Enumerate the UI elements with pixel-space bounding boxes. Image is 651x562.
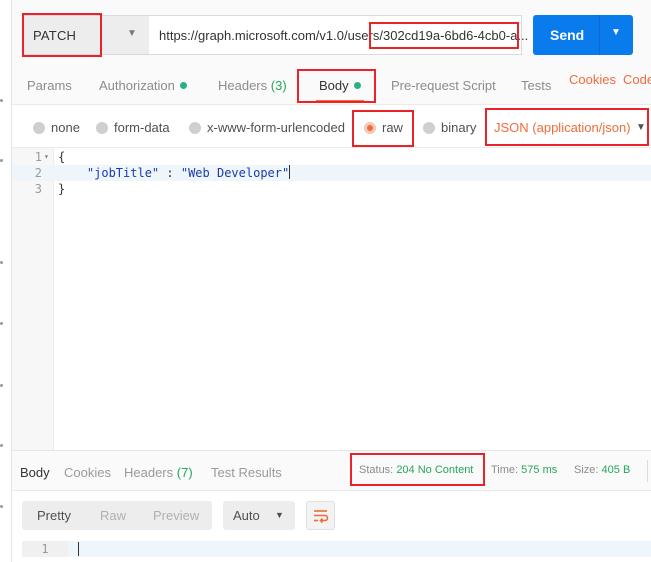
request-body-editor[interactable]: 1 ▾ { 2 "jobTitle" : "Web Developer" 3 } [12, 148, 651, 450]
tab-authorization[interactable]: Authorization [99, 78, 187, 93]
size-value: 405 B [601, 464, 631, 476]
method-select[interactable]: PATCH ▼ [22, 15, 150, 55]
response-status: Status: 204 No Content [359, 464, 473, 476]
tab-body-label: Body [319, 78, 349, 93]
sidebar-dot-icon [0, 322, 3, 325]
code-text: "jobTitle" : "Web Developer" [58, 165, 291, 181]
json-separator: : [159, 166, 181, 180]
view-mode-toggle: Pretty Raw Preview [22, 501, 212, 530]
content-type-select[interactable]: JSON (application/json) [494, 120, 631, 135]
time-label: Time: [491, 464, 519, 476]
sidebar-dot-icon [0, 99, 3, 102]
response-view-bar: Pretty Raw Preview Auto ▼ [12, 491, 651, 538]
url-user-id: 302cd19a-6bd6-4cb0-a... [382, 28, 529, 43]
radio-circle-icon [96, 122, 108, 134]
json-key: "jobTitle" [86, 166, 160, 180]
status-value: 204 No Content [396, 464, 474, 476]
response-time: Time: 575 ms [491, 464, 557, 476]
method-label: PATCH [33, 28, 77, 43]
divider [647, 460, 648, 482]
url-base: https://graph.microsoft.com/v1.0/users/ [159, 28, 383, 43]
radio-none[interactable]: none [33, 120, 80, 135]
response-size: Size: 405 B [574, 464, 630, 476]
tab-headers-count: (3) [270, 78, 287, 93]
body-type-row: none form-data x-www-form-urlencoded raw… [12, 106, 651, 148]
status-label: Status: [359, 464, 394, 476]
radio-none-label: none [51, 120, 80, 135]
json-value: "Web Developer" [180, 166, 290, 180]
size-label: Size: [574, 464, 599, 476]
tab-tests[interactable]: Tests [521, 78, 551, 93]
response-tab-headers[interactable]: Headers (7) [124, 465, 193, 480]
format-label: Auto [233, 508, 260, 523]
wrap-lines-icon [314, 510, 329, 524]
chevron-down-icon: ▼ [275, 510, 284, 520]
code-link[interactable]: Code [623, 72, 651, 87]
radio-raw[interactable]: raw [364, 120, 403, 135]
view-pretty-button[interactable]: Pretty [37, 508, 71, 523]
radio-circle-icon [33, 122, 45, 134]
request-bar: PATCH ▼ https://graph.microsoft.com/v1.0… [12, 0, 651, 70]
editor-line-active: 2 "jobTitle" : "Web Developer" [12, 165, 651, 181]
send-options-chevron-icon[interactable]: ▼ [611, 27, 621, 38]
response-tab-test-results[interactable]: Test Results [211, 465, 282, 480]
status-dot-icon [179, 82, 187, 89]
line-number: 2 [34, 166, 42, 180]
request-tabs: Params Authorization Headers (3) Body Pr… [12, 70, 651, 105]
send-button[interactable]: Send ▼ [533, 15, 633, 55]
tab-headers-label: Headers [218, 78, 268, 93]
radio-selected-icon [364, 122, 376, 134]
response-tab-body[interactable]: Body [18, 465, 52, 495]
cookies-link[interactable]: Cookies [569, 72, 616, 87]
format-select[interactable]: Auto ▼ [223, 501, 295, 530]
code-text: } [58, 182, 66, 196]
response-tab-cookies[interactable]: Cookies [64, 465, 111, 480]
status-dot-icon [353, 82, 361, 89]
send-label: Send [550, 27, 585, 43]
radio-urlencoded-label: x-www-form-urlencoded [207, 120, 345, 135]
line-number: 3 [34, 182, 42, 196]
radio-form-data[interactable]: form-data [96, 120, 170, 135]
text-cursor [78, 542, 79, 556]
radio-binary[interactable]: binary [423, 120, 476, 135]
tab-params[interactable]: Params [27, 78, 72, 93]
view-raw-button[interactable]: Raw [100, 508, 126, 523]
response-tab-headers-count: (7) [176, 465, 193, 480]
send-divider [599, 15, 600, 55]
line-number: 1 [22, 541, 68, 557]
code-text: { [58, 150, 66, 164]
sidebar-dot-icon [0, 444, 3, 447]
radio-circle-icon [423, 122, 435, 134]
radio-raw-label: raw [382, 120, 403, 135]
radio-urlencoded[interactable]: x-www-form-urlencoded [189, 120, 345, 135]
response-body-editor[interactable]: 1 [12, 538, 651, 562]
left-sidebar-edge [0, 0, 12, 562]
tab-prerequest-script[interactable]: Pre-request Script [391, 78, 496, 93]
text-cursor [289, 165, 291, 179]
radio-form-data-label: form-data [114, 120, 170, 135]
radio-binary-label: binary [441, 120, 477, 135]
line-number: 1 [34, 150, 42, 164]
tab-headers[interactable]: Headers (3) [218, 78, 287, 93]
response-tabs: Body Cookies Headers (7) Test Results St… [12, 450, 651, 495]
sidebar-dot-icon [0, 159, 3, 162]
editor-line: 1 ▾ { [12, 149, 651, 165]
tab-body[interactable]: Body [316, 78, 364, 102]
url-input[interactable]: https://graph.microsoft.com/v1.0/users/3… [149, 15, 528, 55]
tab-authorization-label: Authorization [99, 78, 175, 93]
fold-toggle-icon[interactable]: ▾ [44, 149, 49, 165]
url-text: https://graph.microsoft.com/v1.0/users/3… [159, 28, 528, 43]
wrap-lines-button[interactable] [306, 501, 335, 530]
editor-line: 3 } [12, 181, 651, 197]
editor-line-active: 1 [22, 541, 651, 557]
sidebar-dot-icon [0, 505, 3, 508]
radio-circle-icon [189, 122, 201, 134]
sidebar-dot-icon [0, 384, 3, 387]
sidebar-dot-icon [0, 261, 3, 264]
response-tab-headers-label: Headers [124, 465, 174, 480]
view-preview-button[interactable]: Preview [153, 508, 199, 523]
chevron-down-icon: ▼ [127, 28, 137, 39]
chevron-down-icon[interactable]: ▼ [636, 122, 646, 133]
time-value: 575 ms [521, 464, 558, 476]
